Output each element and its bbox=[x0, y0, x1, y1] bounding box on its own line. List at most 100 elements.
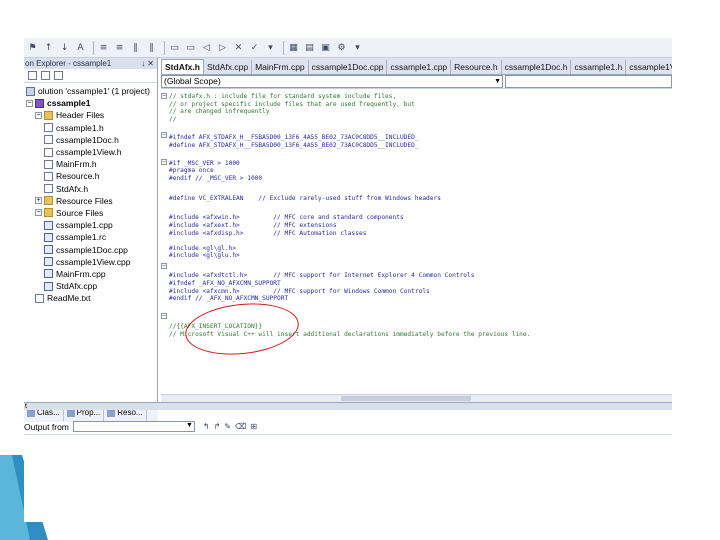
editor-tab[interactable]: Resource.h bbox=[451, 60, 502, 74]
tree-item[interactable]: − Header Files bbox=[24, 109, 157, 121]
output-icons: ↰ ↱ ✎ ⌫ ⊞ bbox=[203, 422, 257, 431]
clear-all-icon[interactable]: ⌫ bbox=[235, 422, 246, 431]
tree-item[interactable]: Resource.h bbox=[24, 170, 157, 182]
horizontal-scrollbar[interactable] bbox=[161, 394, 672, 402]
tree-item[interactable]: cssample1Doc.cpp bbox=[24, 243, 157, 255]
tree-item[interactable]: StdAfx.h bbox=[24, 183, 157, 195]
go-to-next-icon[interactable]: ↱ bbox=[214, 422, 221, 431]
nav-next-icon[interactable]: ▷ bbox=[216, 41, 229, 54]
expander-icon[interactable]: + bbox=[35, 197, 42, 205]
folder-icon bbox=[44, 208, 53, 218]
editor-tab[interactable]: StdAfx.cpp bbox=[204, 60, 253, 74]
tree-item-label: cssample1View.h bbox=[56, 147, 122, 158]
go-to-prev-icon[interactable]: ↰ bbox=[203, 422, 210, 431]
output-pane[interactable] bbox=[24, 436, 672, 522]
fold-toggle-icon[interactable]: − bbox=[161, 132, 167, 138]
build-icon[interactable]: ⚙ bbox=[335, 41, 348, 54]
dropdown-icon[interactable]: ▾ bbox=[264, 41, 277, 54]
font-icon[interactable]: A bbox=[74, 41, 87, 54]
file-icon bbox=[44, 135, 53, 145]
close-icon[interactable]: ✕ bbox=[147, 58, 154, 69]
editor-tab[interactable]: StdAfx.h bbox=[161, 59, 204, 74]
main-toolbar: ⚑ ↑ ↓ A ≡ ≡ ‖ ‖ ▭ ▭ ◁ ▷ ✕ ✓ ▾ ▦ ▤ ▣ ⚙ ▾ bbox=[24, 38, 672, 58]
editor-tab[interactable]: cssample1View.cpp bbox=[626, 60, 672, 74]
code-line: #include <afxext.h> // MFC extensions bbox=[169, 221, 337, 229]
fold-toggle-icon[interactable]: − bbox=[161, 313, 167, 319]
editor-tab[interactable]: cssample1Doc.h bbox=[502, 60, 572, 74]
editor-tab[interactable]: MainFrm.cpp bbox=[252, 60, 309, 74]
nav-prev-icon[interactable]: ◁ bbox=[200, 41, 213, 54]
properties-icon[interactable]: ▤ bbox=[303, 41, 316, 54]
tree-item[interactable]: cssample1View.h bbox=[24, 146, 157, 158]
tree-item[interactable]: MainFrm.h bbox=[24, 158, 157, 170]
tree-item[interactable]: olution 'cssample1' (1 project) bbox=[24, 85, 157, 97]
object-icon[interactable]: ▣ bbox=[319, 41, 332, 54]
tree-item-label: MainFrm.cpp bbox=[56, 268, 106, 279]
uncomment-icon[interactable]: ‖ bbox=[145, 41, 158, 54]
comment-icon[interactable]: ‖ bbox=[129, 41, 142, 54]
refresh-icon[interactable] bbox=[54, 71, 63, 80]
nav-icon[interactable]: ▭ bbox=[184, 41, 197, 54]
tree-item[interactable]: − Source Files bbox=[24, 207, 157, 219]
output-title: t bbox=[25, 403, 27, 410]
code-line: #include <afxdisp.h> // MFC Automation c… bbox=[169, 229, 367, 237]
find-icon[interactable]: ✎ bbox=[224, 422, 231, 431]
cpp-icon bbox=[44, 245, 53, 255]
expander-icon[interactable]: − bbox=[35, 209, 42, 217]
tree-item-label: cssample1Doc.cpp bbox=[56, 244, 128, 255]
tree-item[interactable]: ReadMe.txt bbox=[24, 292, 157, 304]
tree-item[interactable]: − cssample1 bbox=[24, 97, 157, 109]
solution-explorer: on Explorer - cssample1 ↓ ✕ olution 'css… bbox=[24, 58, 158, 422]
tree-item[interactable]: + Resource Files bbox=[24, 195, 157, 207]
code-area[interactable]: // stdafx.h : include file for standard … bbox=[161, 89, 672, 338]
clear-icon[interactable]: ✕ bbox=[232, 41, 245, 54]
outdent-icon[interactable]: ≡ bbox=[113, 41, 126, 54]
expander-icon[interactable]: − bbox=[35, 111, 42, 119]
window-icon[interactable]: ▭ bbox=[168, 41, 181, 54]
expander-icon[interactable]: − bbox=[26, 99, 33, 107]
toggle-bookmark-icon[interactable]: ⚑ bbox=[26, 41, 39, 54]
output-titlebar: t bbox=[24, 402, 672, 410]
indent-icon[interactable]: ≡ bbox=[97, 41, 110, 54]
tree-item[interactable]: cssample1View.cpp bbox=[24, 256, 157, 268]
editor-tab-strip: StdAfx.h StdAfx.cpp MainFrm.cpp cssample1Do… bbox=[161, 58, 672, 75]
tree-item[interactable]: cssample1.rc bbox=[24, 231, 157, 243]
tree-item[interactable]: StdAfx.cpp bbox=[24, 280, 157, 292]
tree-item-label: olution 'cssample1' (1 project) bbox=[38, 86, 150, 97]
tree-item[interactable]: cssample1.h bbox=[24, 122, 157, 134]
code-line: // are changed infrequently bbox=[169, 108, 270, 116]
properties-icon[interactable] bbox=[28, 71, 37, 80]
editor-tab[interactable]: cssample1Doc.cpp bbox=[309, 60, 388, 74]
fold-toggle-icon[interactable]: − bbox=[161, 263, 167, 269]
fold-toggle-icon[interactable]: − bbox=[161, 93, 167, 99]
cpp-icon bbox=[44, 281, 53, 291]
toolbar-separator bbox=[93, 40, 94, 55]
output-from-label: Output from bbox=[24, 421, 69, 432]
show-all-files-icon[interactable] bbox=[41, 71, 50, 80]
bookmark-prev-icon[interactable]: ↑ bbox=[42, 41, 55, 54]
cpp-icon bbox=[44, 220, 53, 230]
output-source-select[interactable]: ▼ bbox=[72, 421, 195, 432]
editor-tab[interactable]: cssample1.cpp bbox=[387, 60, 452, 74]
member-dropdown[interactable] bbox=[505, 75, 672, 88]
code-line: #pragma once bbox=[169, 167, 214, 175]
check-icon[interactable]: ✓ bbox=[248, 41, 261, 54]
fold-toggle-icon[interactable]: − bbox=[161, 159, 167, 165]
editor-tab[interactable]: cssample1.h bbox=[571, 60, 627, 74]
pin-icon[interactable]: ↓ bbox=[141, 58, 145, 69]
bookmark-next-icon[interactable]: ↓ bbox=[58, 41, 71, 54]
options-icon[interactable]: ▾ bbox=[351, 41, 364, 54]
scope-dropdown[interactable]: (Global Scope) ▼ bbox=[161, 75, 503, 88]
word-wrap-icon[interactable]: ⊞ bbox=[250, 422, 257, 431]
toolbar-separator bbox=[164, 40, 165, 55]
calendar-icon[interactable]: ▦ bbox=[287, 41, 300, 54]
tree-item[interactable]: MainFrm.cpp bbox=[24, 268, 157, 280]
scrollbar-thumb[interactable] bbox=[341, 396, 471, 401]
tree-item[interactable]: cssample1Doc.h bbox=[24, 134, 157, 146]
tree-item-label: Resource Files bbox=[56, 195, 113, 206]
tree-item[interactable]: cssample1.cpp bbox=[24, 219, 157, 231]
